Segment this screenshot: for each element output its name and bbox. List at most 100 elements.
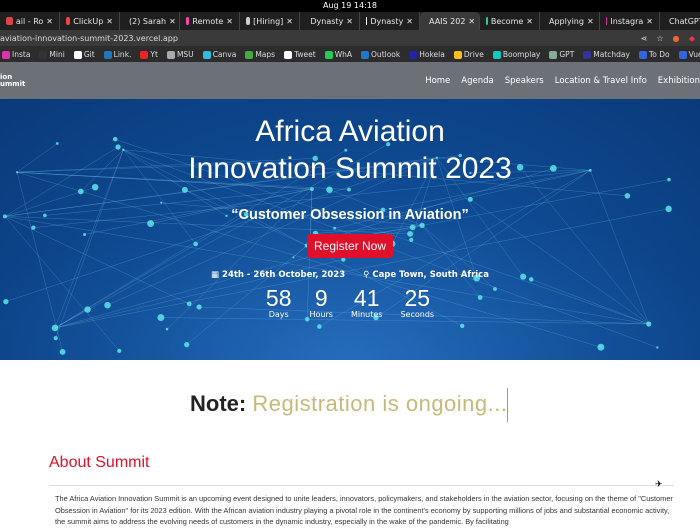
nav-home[interactable]: Home xyxy=(425,76,450,86)
bookmark[interactable]: Mini xyxy=(39,50,65,59)
tab-title: Dynasty xyxy=(310,16,344,26)
bookmark-icon xyxy=(39,50,48,59)
star-icon[interactable]: ☆ xyxy=(652,34,668,43)
blank-icon xyxy=(306,17,307,25)
bookmark-icon xyxy=(583,50,592,59)
bookmark[interactable]: MSU xyxy=(166,50,194,59)
browser-tab[interactable]: Dynasty ✕ xyxy=(360,12,420,30)
os-top-bar: Aug 19 14:18 xyxy=(0,0,700,12)
tab-title: Become xyxy=(490,16,524,26)
event-location: ⚲ Cape Town, South Africa xyxy=(363,270,489,280)
tab-title: (2) Sarah xyxy=(129,16,167,26)
nav-speakers[interactable]: Speakers xyxy=(505,76,544,86)
close-icon[interactable]: ✕ xyxy=(169,17,176,26)
about-text: The Africa Aviation Innovation Summit is… xyxy=(55,494,673,526)
browser-tab[interactable]: Remote ✕ xyxy=(180,12,240,30)
bookmark[interactable]: Link. xyxy=(103,50,131,59)
browser-tab[interactable]: ChatGPT✕ xyxy=(660,12,700,30)
airplane-icon: ✈ xyxy=(655,480,663,490)
bookmark[interactable]: WhA xyxy=(324,50,352,59)
close-icon[interactable]: ✕ xyxy=(106,17,113,26)
tab-strip: ail - Ro ✕ ClickUp ✕ (2) Sarah ✕ Remote ✕ [Hirin… xyxy=(0,12,700,30)
bookmark[interactable]: Drive xyxy=(453,50,484,59)
bookmark[interactable]: Tweet xyxy=(284,50,316,59)
site-logo[interactable]: ion ummit xyxy=(0,74,25,88)
tab-title: AAIS 202 xyxy=(429,16,466,26)
extension-icon[interactable]: ◆ xyxy=(684,34,700,43)
close-icon[interactable]: ✕ xyxy=(46,17,53,26)
browser-tab[interactable]: [Hiring] ✕ xyxy=(240,12,300,30)
countdown-days: 58 Days xyxy=(265,285,292,319)
bookmark-icon xyxy=(453,50,462,59)
bookmarks-bar: Insta Mini Git Link. Yt MSU Canva Maps Tweet WhA O… xyxy=(0,46,700,62)
address-bar[interactable]: aviation-innovation-summit-2023.vercel.a… xyxy=(0,30,700,46)
url-text[interactable]: aviation-innovation-summit-2023.vercel.a… xyxy=(0,34,636,43)
nav-location[interactable]: Location & Travel Info xyxy=(555,76,647,86)
hero-title: Africa Aviation Innovation Summit 2023 xyxy=(188,115,512,185)
bookmark[interactable]: VueDocs xyxy=(678,50,700,59)
bookmark[interactable]: GPT xyxy=(549,50,574,59)
share-icon[interactable]: ⋖ xyxy=(636,34,652,43)
bookmark-icon xyxy=(492,50,501,59)
bookmark[interactable]: Maps xyxy=(245,50,275,59)
emoji-icon xyxy=(186,17,190,25)
hero-theme: “Customer Obsession in Aviation” xyxy=(231,207,469,223)
bookmark-icon xyxy=(361,50,370,59)
bookmark[interactable]: Hokela xyxy=(409,50,445,59)
bookmark[interactable]: Canva xyxy=(202,50,236,59)
globe-icon xyxy=(246,17,251,25)
bookmark[interactable]: Outlook xyxy=(361,50,400,59)
browser-tab[interactable]: (2) Sarah ✕ xyxy=(120,12,180,30)
close-icon[interactable]: ✕ xyxy=(646,17,653,26)
about-heading: About Summit xyxy=(49,454,150,471)
bookmark[interactable]: Matchday xyxy=(583,50,630,59)
browser-tab[interactable]: Dynasty ✕ xyxy=(300,12,360,30)
tab-title: ClickUp xyxy=(73,16,104,26)
bookmark-icon xyxy=(549,50,558,59)
bookmark-icon xyxy=(140,50,149,59)
nav-exhibition[interactable]: Exhibition xyxy=(658,76,700,86)
close-icon[interactable]: ✕ xyxy=(286,17,293,26)
nav-agenda[interactable]: Agenda xyxy=(461,76,493,86)
bookmark[interactable]: Git xyxy=(73,50,95,59)
bookmark[interactable]: Boomplay xyxy=(492,50,540,59)
browser-tab[interactable]: Instagra ✕ xyxy=(600,12,660,30)
bookmark-icon xyxy=(245,50,254,59)
tab-title: Applying xyxy=(549,16,584,26)
close-icon[interactable]: ✕ xyxy=(587,17,594,26)
clock: Aug 19 14:18 xyxy=(323,1,377,10)
typing-cursor xyxy=(507,388,509,422)
bookmark-icon xyxy=(73,50,82,59)
bookmark[interactable]: Insta xyxy=(2,50,30,59)
browser-tab[interactable]: AAIS 202 ✕ xyxy=(420,12,480,30)
calendar-icon: ▦ xyxy=(211,270,223,280)
github-icon xyxy=(366,17,368,25)
browser-tab[interactable]: ClickUp ✕ xyxy=(60,12,120,30)
bookmark[interactable]: To Do xyxy=(638,50,670,59)
bookmark-icon xyxy=(284,50,293,59)
browser-tab[interactable]: Become ✕ xyxy=(480,12,540,30)
close-icon[interactable]: ✕ xyxy=(346,17,353,26)
close-icon[interactable]: ✕ xyxy=(526,17,533,26)
hero-banner: Africa Aviation Innovation Summit 2023 “C… xyxy=(0,99,700,360)
event-date: ▦ 24th - 26th October, 2023 xyxy=(211,270,346,280)
bookmark-icon xyxy=(103,50,112,59)
countdown-seconds: 25 Seconds xyxy=(400,285,435,319)
bookmark[interactable]: Yt xyxy=(140,50,158,59)
circle-icon xyxy=(486,17,488,25)
browser-tab[interactable]: ail - Ro ✕ xyxy=(0,12,60,30)
close-icon[interactable]: ✕ xyxy=(406,17,413,26)
bookmark-icon xyxy=(166,50,175,59)
close-icon[interactable]: ✕ xyxy=(226,17,233,26)
bookmark-icon xyxy=(678,50,687,59)
countdown-hours: 9 Hours xyxy=(309,285,333,319)
gmail-icon xyxy=(66,17,71,25)
register-now-button[interactable]: Register Now xyxy=(306,234,394,258)
close-icon[interactable]: ✕ xyxy=(468,17,475,26)
tab-title: Instagra xyxy=(610,16,644,26)
browser-tab[interactable]: Applying ✕ xyxy=(540,12,600,30)
tab-title: Dynasty xyxy=(370,16,404,26)
bookmark-icon xyxy=(202,50,211,59)
extension-icon[interactable]: ● xyxy=(668,34,684,43)
site-navbar: ion ummit Home Agenda Speakers Location &… xyxy=(0,62,700,99)
